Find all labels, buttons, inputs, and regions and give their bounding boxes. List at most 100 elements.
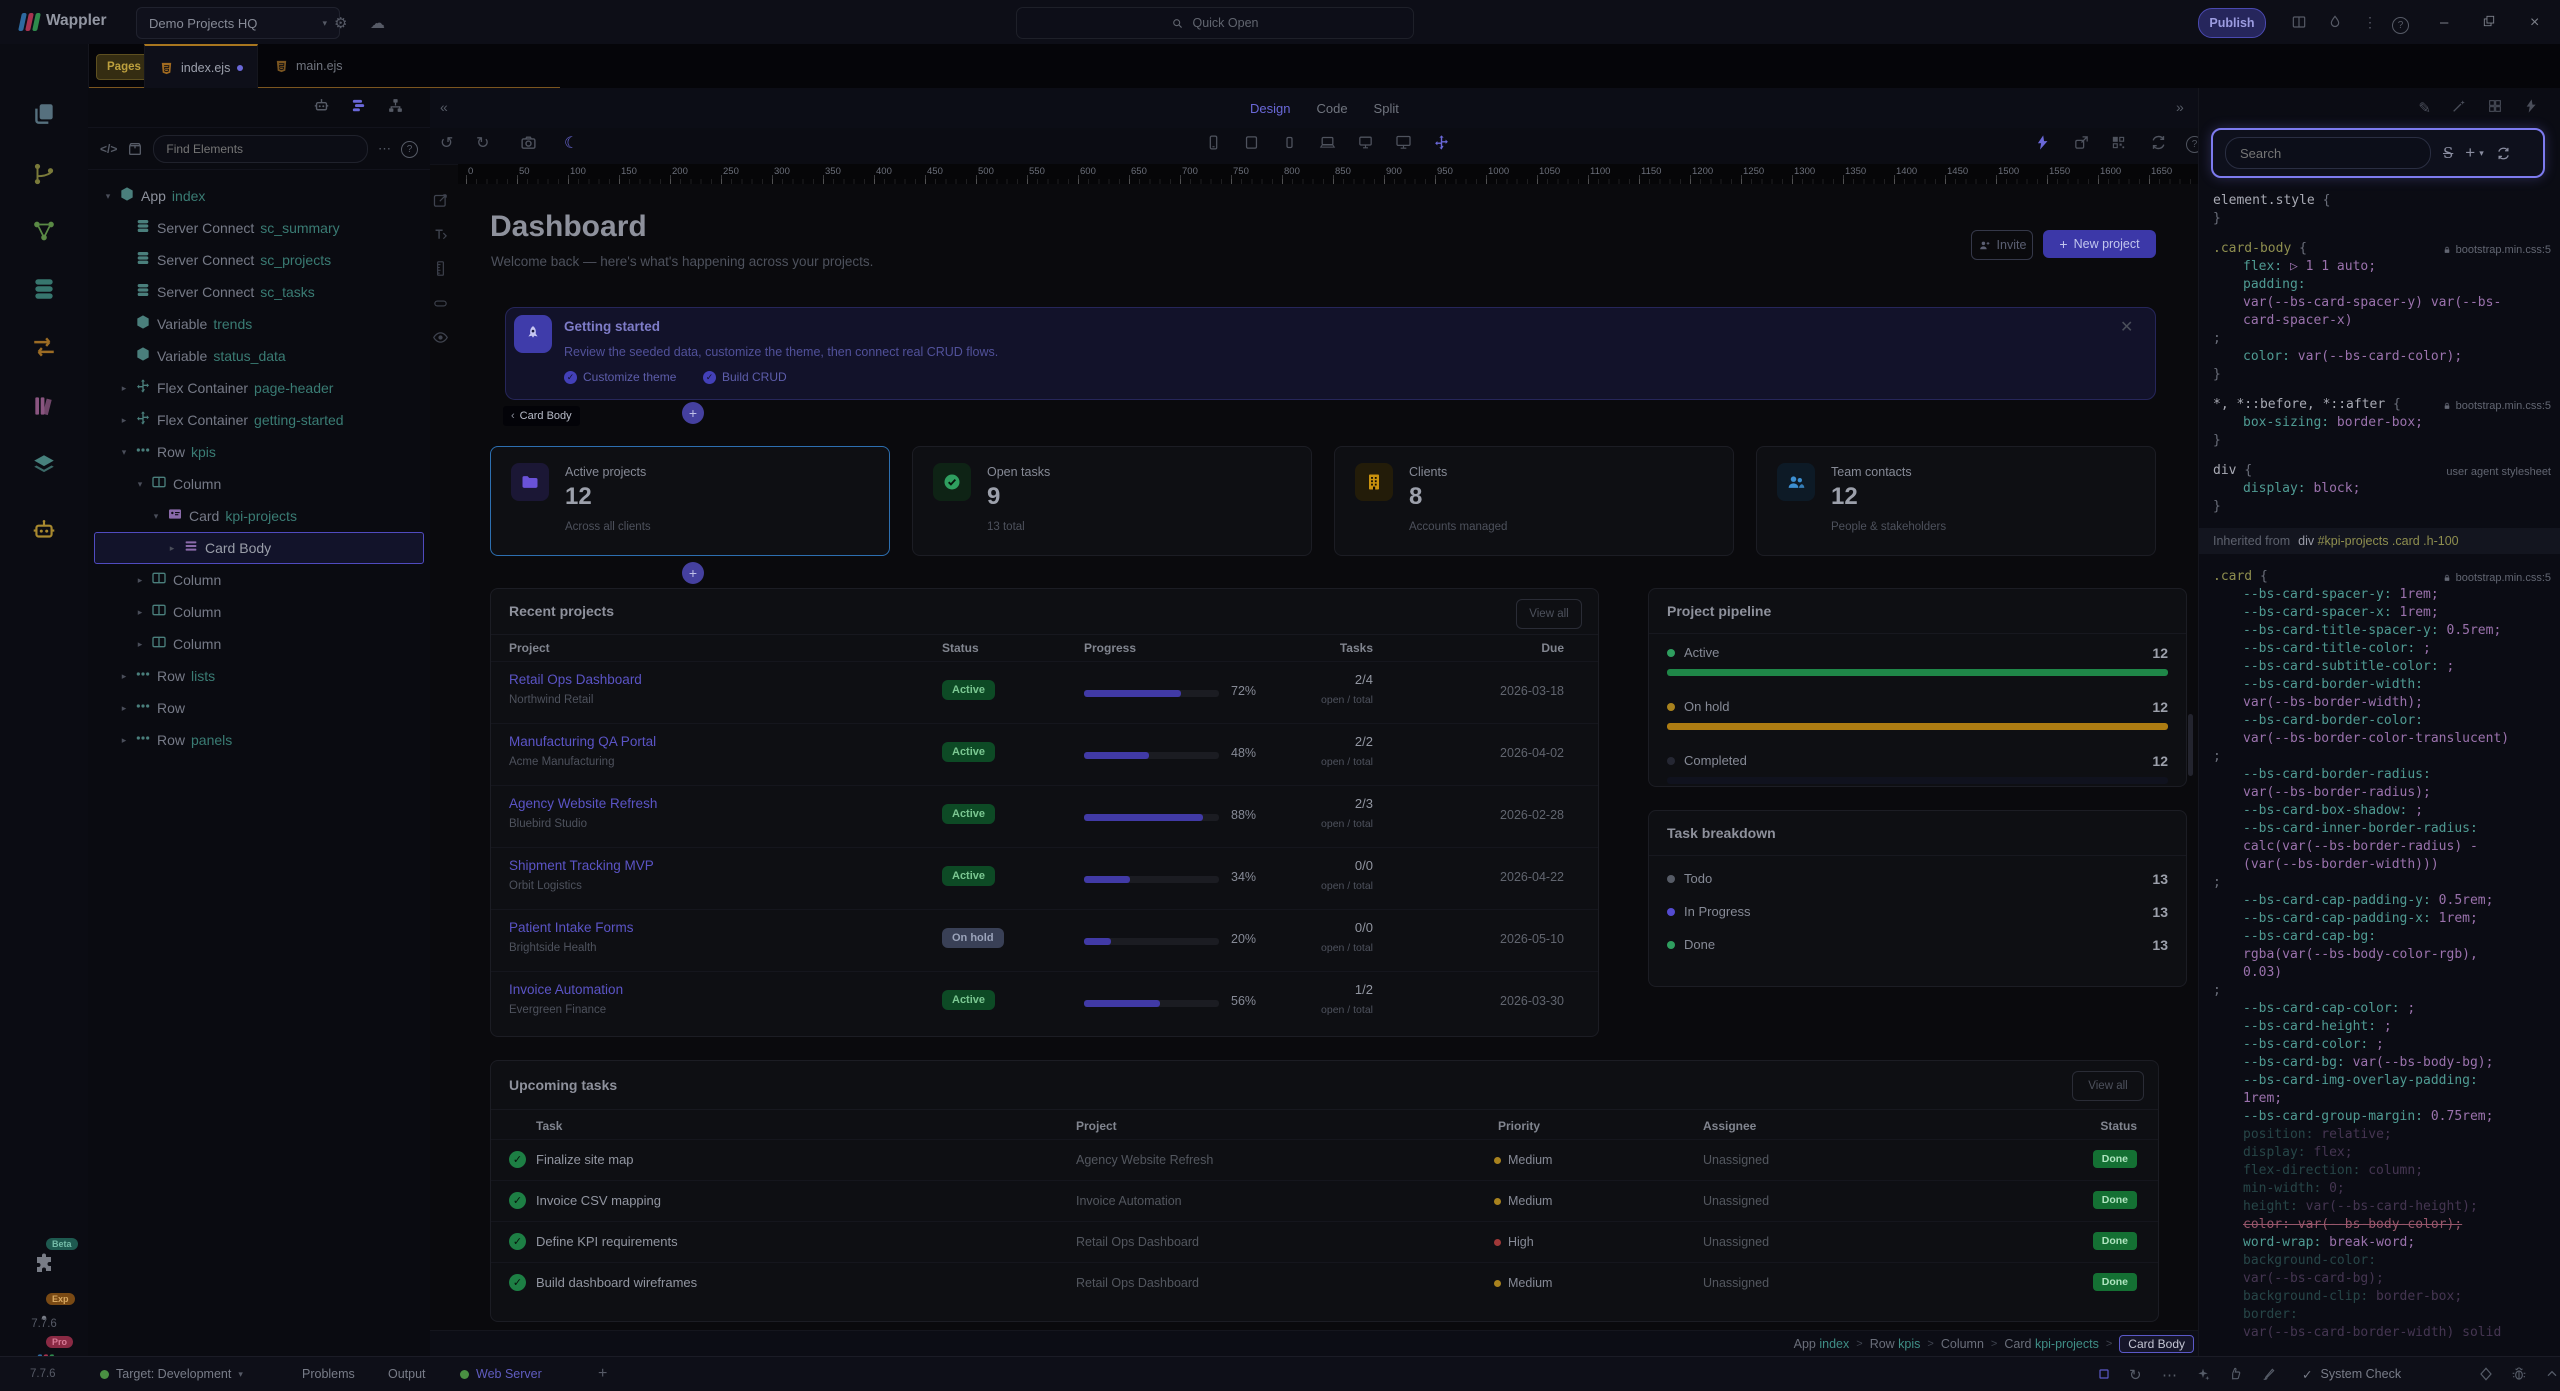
table-row[interactable]: ✓ Build dashboard wireframes Retail Ops Da… [491,1262,2158,1304]
kpi-card-open-tasks[interactable]: Open tasks 9 13 total [912,446,1312,556]
find-elements-input[interactable] [153,134,368,163]
tree-item-row-kpis[interactable]: ▾ Row kpis [94,436,424,468]
output-button[interactable]: Output [388,1357,426,1391]
css-rule[interactable]: div {user agent stylesheet display: block… [2213,462,2560,516]
camera-icon[interactable] [520,134,537,156]
sparkles-icon[interactable] [2195,1366,2211,1387]
pill-icon[interactable] [432,295,449,317]
tree-item-row[interactable]: ▸ Row [94,692,424,724]
tree-item-column[interactable]: ▸ Column [94,564,424,596]
tree-item-app-index[interactable]: ▾ App index [94,180,424,212]
tree-expander[interactable]: ▸ [133,607,147,618]
quick-open-search[interactable]: Quick Open [1016,7,1414,39]
device-tablet-icon[interactable] [1243,134,1260,156]
publish-button[interactable]: Publish [2198,8,2266,38]
table-row[interactable]: Invoice Automation Evergreen Finance Activ… [491,971,1598,1034]
bug-icon[interactable] [2511,1366,2527,1387]
more-dots-icon[interactable]: ⋯ [378,141,391,157]
table-row[interactable]: Shipment Tracking MVP Orbit Logistics Acti… [491,847,1598,910]
kpi-card-team-contacts[interactable]: Team contacts 12 People & stakeholders [1756,446,2156,556]
table-row[interactable]: Patient Intake Forms Brightside Health On … [491,909,1598,972]
table-row[interactable]: ✓ Invoice CSV mapping Invoice Automation Me… [491,1180,2158,1222]
bolt-icon[interactable] [2034,134,2051,156]
wand-icon[interactable] [2451,98,2467,119]
refresh-icon[interactable] [2150,134,2167,156]
tree-expander[interactable]: ▾ [101,191,115,202]
tree-item-server-connect-sc-summary[interactable]: Server Connect sc_summary [94,212,424,244]
square-icon[interactable] [2096,1366,2112,1387]
new-project-button[interactable]: + New project [2043,230,2156,258]
rail-workflow-icon[interactable] [0,209,88,253]
tree-expander[interactable]: ▸ [117,383,131,394]
tree-item-column[interactable]: ▸ Column [94,628,424,660]
tree-item-row-lists[interactable]: ▸ Row lists [94,660,424,692]
breadcrumb-current[interactable]: Card Body [2119,1334,2194,1353]
ink-diamond-icon[interactable] [2478,1366,2494,1387]
add-element-button[interactable]: + [682,562,704,584]
rail-robot-icon[interactable] [0,508,88,552]
edit-icon[interactable]: ✎ [2418,99,2431,117]
ruler-icon[interactable] [432,260,449,282]
device-phone-icon[interactable] [1205,134,1222,156]
tree-item-flex-container-getting-started[interactable]: ▸ Flex Container getting-started [94,404,424,436]
selected-element-tag[interactable]: ‹ Card Body [503,406,580,426]
kpi-card-active-projects[interactable]: Active projects 12 Across all clients [490,446,890,556]
css-rule[interactable]: *, *::before, *::after {bootstrap.min.cs… [2213,396,2560,450]
project-link[interactable]: Patient Intake Forms [509,920,634,935]
mode-design[interactable]: Design [1250,101,1290,116]
moon-icon[interactable]: ☾ [564,133,578,153]
css-source-note[interactable]: bootstrap.min.css:5 [2442,397,2551,415]
system-check[interactable]: ✓ System Check [2302,1357,2401,1391]
responsive-move-icon[interactable] [1433,134,1450,156]
collapse-left-icon[interactable]: « [440,99,448,115]
more-vertical-icon[interactable]: ⋮ [2363,14,2377,31]
device-monitor-icon[interactable] [1357,134,1374,156]
project-link[interactable]: Retail Ops Dashboard [509,672,642,687]
collapse-right-icon[interactable]: » [2176,99,2184,115]
text-tool-icon[interactable] [432,226,449,248]
rail-database-icon[interactable] [0,267,88,311]
project-selector[interactable]: Demo Projects HQ ▾ [136,7,340,39]
rail-pages-icon[interactable] [0,92,88,136]
eye-icon[interactable] [432,329,449,351]
table-row[interactable]: ✓ Define KPI requirements Retail Ops Dashb… [491,1221,2158,1263]
device-monitor-large-icon[interactable] [1395,134,1412,156]
tree-tab-sitemap-icon[interactable] [387,97,404,119]
tree-expander[interactable]: ▾ [149,511,163,522]
tree-expander[interactable]: ▸ [117,735,131,746]
chevron-up-icon[interactable] [2544,1366,2560,1387]
bolt-icon[interactable] [2523,98,2539,119]
breadcrumb-segment[interactable]: Column [1941,1337,1984,1351]
close-icon[interactable]: ✕ [2120,317,2133,337]
css-source-note[interactable]: bootstrap.min.css:5 [2442,569,2551,587]
thumbs-up-icon[interactable] [2228,1366,2244,1387]
tree-item-row-panels[interactable]: ▸ Row panels [94,724,424,756]
tree-expander[interactable]: ▸ [117,703,131,714]
tree-expander[interactable]: ▸ [133,575,147,586]
device-laptop-icon[interactable] [1319,134,1336,156]
share-icon[interactable] [2073,134,2090,156]
table-row[interactable]: Manufacturing QA Portal Acme Manufacturin… [491,723,1598,786]
cloud-sync-icon[interactable]: ☁ [370,14,385,32]
invite-button[interactable]: Invite [1971,230,2033,260]
tree-item-column[interactable]: ▸ Column [94,596,424,628]
project-link[interactable]: Manufacturing QA Portal [509,734,656,749]
css-rule[interactable]: .card-body {bootstrap.min.css:5 flex: ▷ 1… [2213,240,2560,384]
view-all-button[interactable]: View all [1516,599,1582,629]
css-source-note[interactable]: bootstrap.min.css:5 [2442,241,2551,259]
tree-item-flex-container-page-header[interactable]: ▸ Flex Container page-header [94,372,424,404]
tree-item-server-connect-sc-tasks[interactable]: Server Connect sc_tasks [94,276,424,308]
tree-item-variable-status-data[interactable]: Variable status_data [94,340,424,372]
code-icon[interactable]: </> [100,143,117,155]
mode-code[interactable]: Code [1316,101,1347,116]
tree-item-server-connect-sc-projects[interactable]: Server Connect sc_projects [94,244,424,276]
tree-expander[interactable]: ▸ [117,415,131,426]
pencil-square-icon[interactable] [432,192,449,214]
rail-library-icon[interactable] [0,384,88,428]
tree-expander[interactable]: ▾ [117,447,131,458]
dropdown-caret-icon[interactable]: ▾ [2479,148,2484,159]
tree-expander[interactable]: ▾ [133,479,147,490]
canvas-scrollbar[interactable] [2188,714,2193,776]
rail-layers-icon[interactable] [0,443,88,487]
breadcrumb-segment[interactable]: Row kpis [1870,1337,1921,1351]
